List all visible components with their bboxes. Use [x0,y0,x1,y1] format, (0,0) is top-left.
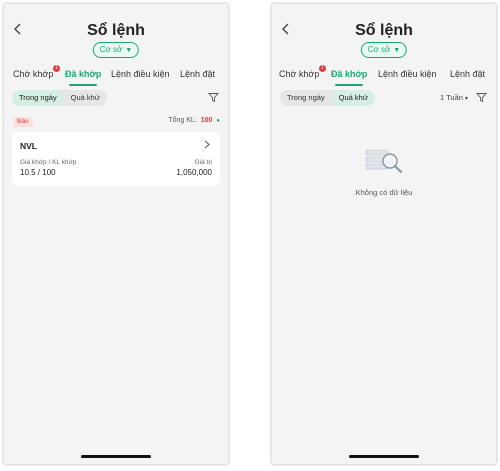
order-value: 1,050,000 [176,168,212,177]
price-volume-label: Giá khớp / KL khớp [20,159,77,166]
tab-bar: Chờ khớp 1 Đã khớp Lệnh điều kiện Lệnh đ… [272,64,496,86]
price-volume-value: 10.5 / 100 [20,168,56,177]
time-filter: Trong ngày Quá khứ [280,90,375,106]
caret-down-icon: ▼ [125,47,133,54]
order-symbol: NVL [20,141,37,151]
header: Sổ lệnh Cơ sở ▼ [4,4,228,60]
left-screen: Sổ lệnh Cơ sở ▼ Chờ khớp 1 Đã khớp Lệnh đ… [4,4,228,464]
page-title: Sổ lệnh [87,22,145,39]
tab-bar: Chờ khớp 1 Đã khớp Lệnh điều kiện Lệnh đ… [4,64,228,86]
tab-matched[interactable]: Đã khớp [65,64,101,86]
tab-placed[interactable]: Lệnh đặt [450,64,485,84]
value-label: Giá trị [194,159,212,166]
account-type-label: Cơ sở [99,45,123,54]
header: Sổ lệnh Cơ sở ▼ [272,4,496,60]
empty-state-text: Không có dữ liệu [355,188,413,197]
period-dropdown[interactable]: 1 Tuần ▾ [440,93,468,102]
tab-placed[interactable]: Lệnh đặt [180,64,215,84]
caret-down-icon: ▾ [465,96,469,102]
filter-past[interactable]: Quá khứ [64,90,107,106]
account-type-dropdown[interactable]: Cơ sở ▼ [360,42,408,58]
home-indicator [81,455,151,458]
tab-conditional[interactable]: Lệnh điều kiện [378,64,437,84]
account-type-label: Cơ sở [367,45,391,54]
total-volume-label: Tổng KL: [168,117,197,124]
tab-matched[interactable]: Đã khớp [331,64,367,86]
filter-today[interactable]: Trong ngày [280,90,332,106]
right-screen: Sổ lệnh Cơ sở ▼ Chờ khớp 1 Đã khớp Lệnh đ… [272,4,496,464]
filter-today[interactable]: Trong ngày [12,90,64,106]
page-title: Sổ lệnh [355,22,413,39]
time-filter: Trong ngày Quá khứ [12,90,107,106]
caret-down-icon: ▼ [393,47,401,54]
account-type-dropdown[interactable]: Cơ sở ▼ [92,42,140,58]
tab-conditional[interactable]: Lệnh điều kiện [111,64,170,84]
filter-icon[interactable] [476,92,487,103]
tab-pending[interactable]: Chờ khớp [279,64,319,84]
pending-count-badge: 1 [53,65,60,72]
tab-pending[interactable]: Chờ khớp [13,64,53,84]
order-card[interactable]: NVL Giá khớp / KL khớp Giá trị 10.5 / 10… [12,132,220,186]
period-label: 1 Tuần [440,93,463,102]
side-badge-sell: Bán [13,117,33,127]
total-volume: Tổng KL: 100 ● [168,117,220,124]
dot-icon: ● [216,118,220,124]
pending-count-badge: 1 [319,65,326,72]
chevron-right-icon[interactable] [204,140,210,149]
no-data-icon [365,149,403,174]
filter-icon[interactable] [208,92,219,103]
home-indicator [349,455,419,458]
filter-past[interactable]: Quá khứ [331,90,375,106]
total-volume-value: 100 [200,117,213,124]
